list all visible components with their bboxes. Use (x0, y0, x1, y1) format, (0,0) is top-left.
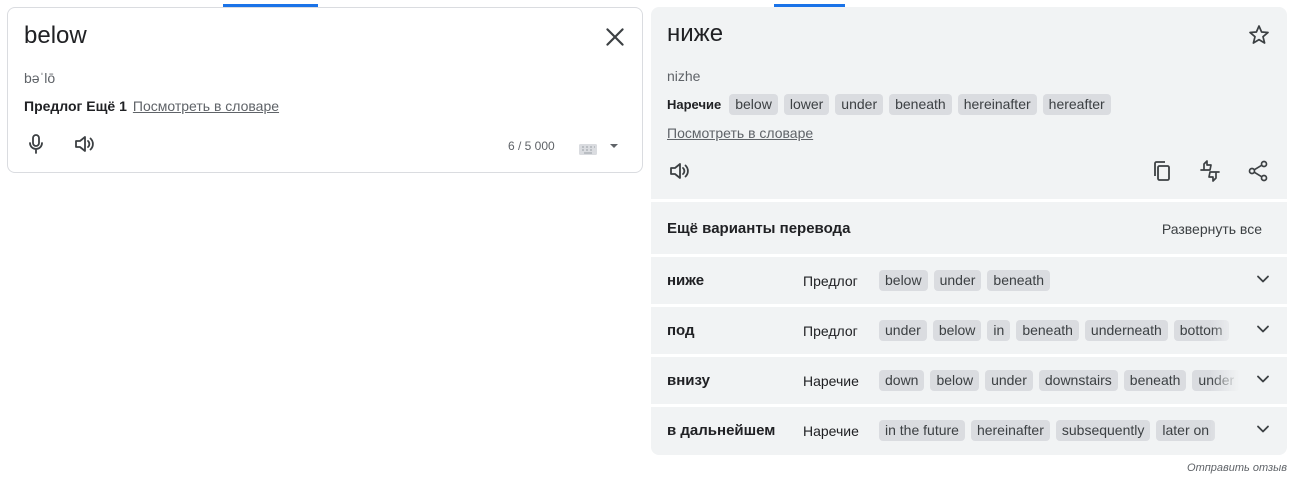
synonym-chip[interactable]: lower (783, 94, 830, 115)
keyboard-dropdown[interactable] (608, 140, 620, 152)
alternative-chip[interactable]: in (987, 320, 1011, 341)
alternative-word: в дальнейшем (667, 422, 776, 439)
rate-translation-button[interactable] (1198, 159, 1222, 183)
expand-row-button[interactable] (1253, 269, 1273, 289)
synonym-chip[interactable]: below (729, 94, 778, 115)
chevron-down-icon (1257, 375, 1269, 383)
clear-source-button[interactable] (602, 24, 628, 50)
expand-all-button[interactable]: Развернуть все (1162, 221, 1262, 237)
alternative-chip[interactable]: in the future (879, 420, 965, 441)
alternative-chip[interactable]: under (879, 320, 927, 341)
alternative-pos: Наречие (803, 373, 859, 389)
voice-input-button[interactable] (24, 132, 48, 156)
source-panel: below bəˈlō Предлог Ещё 1 Посмотреть в с… (7, 7, 643, 173)
chevron-down-icon (1257, 425, 1269, 433)
save-translation-button[interactable] (1247, 23, 1271, 47)
chevron-down-icon (1257, 275, 1269, 283)
alternative-row[interactable]: внизу Наречие down below under downstair… (651, 357, 1287, 404)
alternative-chip[interactable]: downstairs (1038, 370, 1118, 391)
target-synonyms-row: Наречие below lower under beneath herein… (667, 94, 1111, 115)
source-transliteration: bəˈlō (24, 70, 56, 86)
copy-icon (1154, 161, 1170, 181)
expand-row-button[interactable] (1253, 369, 1273, 389)
mic-icon (29, 134, 43, 154)
alternative-chip[interactable]: below (930, 370, 980, 391)
alternative-chips: below under beneath (879, 270, 1239, 291)
alternative-row[interactable]: ниже Предлог below under beneath (651, 257, 1287, 304)
alternative-chip[interactable]: beneath (1016, 320, 1079, 341)
synonym-chip[interactable]: hereafter (1042, 94, 1111, 115)
synonym-chip[interactable]: hereinafter (957, 94, 1037, 115)
alternative-chip[interactable]: beneath (1123, 370, 1187, 391)
alternative-pos: Наречие (803, 423, 859, 439)
alternatives-header: Ещё варианты перевода Развернуть все (651, 202, 1287, 254)
alternative-chip[interactable]: underneath (1084, 320, 1168, 341)
alternative-chip[interactable]: under (1192, 370, 1239, 391)
alternative-word: под (667, 322, 695, 339)
send-feedback-link[interactable]: Отправить отзыв (1187, 462, 1287, 474)
alternative-chip[interactable]: beneath (987, 270, 1051, 291)
chevron-down-icon (1257, 325, 1269, 333)
alternative-pos: Предлог (803, 273, 858, 289)
share-icon (1248, 160, 1268, 182)
source-pos-row: Предлог Ещё 1 Посмотреть в словаре (24, 98, 279, 114)
alternative-chip[interactable]: under (985, 370, 1033, 391)
alternative-chip[interactable]: under (933, 270, 982, 291)
source-text-input[interactable]: below (24, 22, 87, 50)
synonym-chip[interactable]: beneath (889, 94, 952, 115)
alternative-pos: Предлог (803, 323, 858, 339)
alternative-chip[interactable]: down (879, 370, 925, 391)
alternative-chips: down below under downstairs beneath unde… (879, 370, 1239, 391)
alternative-chips: under below in beneath underneath bottom (879, 320, 1239, 341)
speaker-icon (670, 163, 689, 179)
alternative-row[interactable]: под Предлог under below in beneath under… (651, 307, 1287, 354)
keyboard-icon (579, 144, 597, 155)
alternative-word: ниже (667, 272, 705, 289)
arrow-drop-down-icon (610, 144, 618, 148)
target-listen-button[interactable] (667, 159, 691, 183)
thumbs-feedback-icon (1200, 160, 1220, 182)
target-text: ниже (667, 20, 724, 47)
target-pos-label: Наречие (667, 97, 722, 112)
copy-translation-button[interactable] (1150, 159, 1174, 183)
keyboard-button[interactable] (578, 142, 598, 156)
star-icon (1249, 25, 1269, 44)
alternative-chip[interactable]: below (932, 320, 982, 341)
speaker-icon (75, 136, 94, 152)
target-transliteration: nizhe (667, 68, 701, 84)
source-listen-button[interactable] (72, 132, 96, 156)
character-counter: 6 / 5 000 (508, 139, 555, 153)
target-dictionary-link[interactable]: Посмотреть в словаре (667, 125, 813, 141)
expand-row-button[interactable] (1253, 419, 1273, 439)
alternative-chip[interactable]: later on (1156, 420, 1216, 441)
alternative-chip[interactable]: bottom (1173, 320, 1229, 341)
share-translation-button[interactable] (1246, 159, 1270, 183)
alternatives-title: Ещё варианты перевода (667, 220, 851, 237)
alternative-row[interactable]: в дальнейшем Наречие in the future herei… (651, 407, 1287, 455)
alternative-chip[interactable]: hereinafter (970, 420, 1050, 441)
alternative-word: внизу (667, 372, 710, 389)
target-panel: ниже nizhe Наречие below lower under ben… (651, 7, 1287, 199)
alternative-chip[interactable]: below (879, 270, 928, 291)
close-icon (606, 28, 624, 46)
source-dictionary-link[interactable]: Посмотреть в словаре (133, 98, 279, 114)
alternative-chip[interactable]: subsequently (1055, 420, 1151, 441)
source-pos-label: Предлог Ещё 1 (24, 98, 127, 114)
synonym-chip[interactable]: under (835, 94, 884, 115)
expand-row-button[interactable] (1253, 319, 1273, 339)
alternative-chips: in the future hereinafter subsequently l… (879, 420, 1239, 441)
